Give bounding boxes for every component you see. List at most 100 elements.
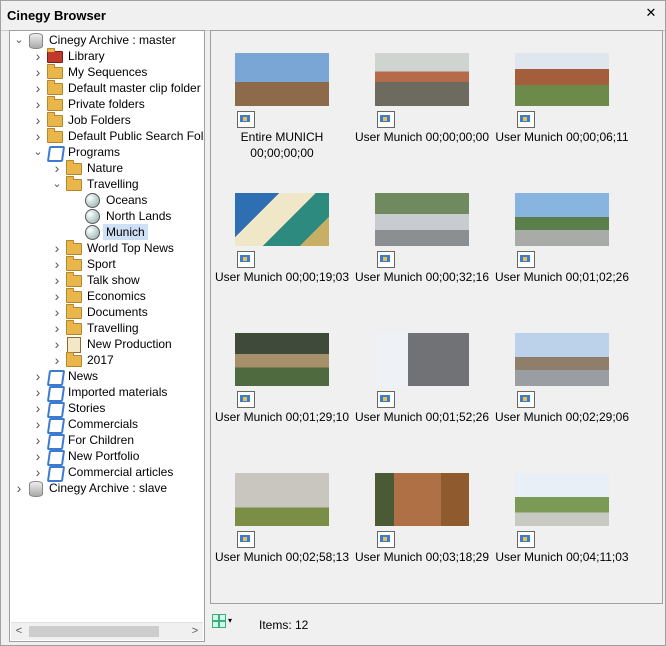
chevron-right-icon[interactable]: › (51, 289, 63, 303)
chevron-right-icon[interactable]: › (51, 257, 63, 271)
tree-item-label: Imported materials (68, 385, 168, 399)
clip-thumbnail[interactable] (375, 333, 469, 386)
clip-thumbnail[interactable] (515, 473, 609, 526)
tree-item-label: Travelling (87, 177, 139, 191)
chevron-right-icon[interactable]: › (32, 433, 44, 447)
clip-item[interactable]: Entire MUNICH 00;00;00;00 (212, 31, 352, 161)
chevron-right-icon[interactable]: › (51, 273, 63, 287)
tree-item-label: Sport (87, 257, 116, 271)
clip-item[interactable]: User Munich 00;00;00;00 (352, 31, 492, 161)
clip-thumbnail[interactable] (515, 193, 609, 246)
chevron-right-icon[interactable]: › (32, 49, 44, 63)
scrollbar-thumb[interactable] (29, 626, 159, 637)
cinegy-browser-window: Cinegy Browser ✕ ⌄ Cinegy Archive : maste… (0, 0, 666, 646)
tree-item-label: Commercials (68, 417, 139, 431)
globe-icon (84, 192, 100, 208)
clip-thumbnail[interactable] (375, 473, 469, 526)
tree-item-label: Programs (68, 145, 121, 159)
chevron-right-icon[interactable]: › (51, 305, 63, 319)
chevron-right-icon[interactable]: › (51, 161, 63, 175)
blue-folder-icon (46, 416, 66, 434)
clip-item[interactable]: User Munich 00;01;02;26 (492, 171, 632, 301)
clip-caption: User Munich 00;03;18;29 (354, 550, 490, 564)
chevron-right-icon[interactable]: › (32, 401, 44, 415)
chevron-right-icon[interactable]: › (51, 241, 63, 255)
clip-item[interactable]: User Munich 00;00;32;16 (352, 171, 492, 301)
clip-item[interactable]: User Munich 00;02;29;06 (492, 311, 632, 441)
clip-item[interactable]: User Munich 00;03;18;29 (352, 451, 492, 581)
chevron-down-icon[interactable]: ⌄ (51, 177, 63, 191)
clip-caption: User Munich 00;01;02;26 (494, 270, 630, 284)
clip-thumbnail[interactable] (235, 473, 329, 526)
clip-thumbnail[interactable] (515, 53, 609, 106)
scroll-left-icon[interactable]: < (11, 623, 27, 640)
chevron-right-icon[interactable]: › (32, 97, 44, 111)
clip-thumbnail[interactable] (235, 333, 329, 386)
chevron-right-icon[interactable]: › (32, 81, 44, 95)
blue-folder-icon (46, 384, 66, 402)
clip-caption: Entire MUNICH 00;00;00;00 (240, 130, 324, 160)
scroll-right-icon[interactable]: > (187, 623, 203, 640)
chevron-down-icon[interactable]: ⌄ (32, 145, 44, 159)
clip-thumbnail[interactable] (235, 53, 329, 106)
tree-item-label: News (68, 369, 99, 383)
blue-folder-icon (46, 432, 66, 450)
clip-type-icon (517, 251, 535, 268)
chevron-right-icon[interactable]: › (32, 113, 44, 127)
folder-icon (65, 304, 82, 320)
clip-type-icon (237, 531, 255, 548)
clip-item[interactable]: User Munich 00;01;29;10 (212, 311, 352, 441)
dropdown-arrow-icon: ▾ (228, 616, 233, 625)
clip-item[interactable]: User Munich 00;00;06;11 (492, 31, 632, 161)
tree-item-label: Default master clip folder (68, 81, 201, 95)
chevron-right-icon[interactable]: › (32, 385, 44, 399)
tree-item-label: Stories (68, 401, 106, 415)
tree-item-label: 2017 (87, 353, 114, 367)
clip-thumbnail[interactable] (375, 193, 469, 246)
chevron-right-icon[interactable]: › (32, 449, 44, 463)
clip-caption: User Munich 00;02;29;06 (494, 410, 630, 424)
clip-thumbnail[interactable] (375, 53, 469, 106)
chevron-right-icon[interactable]: › (51, 337, 63, 351)
chevron-right-icon[interactable]: › (51, 353, 63, 367)
chevron-right-icon[interactable]: › (32, 129, 44, 143)
folder-icon (65, 320, 82, 336)
blue-folder-icon (46, 448, 66, 466)
chevron-right-icon[interactable]: › (32, 417, 44, 431)
clip-item[interactable]: User Munich 00;02;58;13 (212, 451, 352, 581)
clip-caption: User Munich 00;02;58;13 (214, 550, 350, 564)
chevron-right-icon[interactable]: › (51, 321, 63, 335)
chevron-right-icon[interactable]: › (32, 465, 44, 479)
chevron-right-icon[interactable]: › (32, 65, 44, 79)
items-count: Items: 12 (259, 618, 309, 632)
clip-thumbnail[interactable] (235, 193, 329, 246)
document-icon (65, 336, 81, 353)
clip-type-icon (377, 251, 395, 268)
chevron-right-icon[interactable]: › (32, 369, 44, 383)
library-icon (46, 48, 63, 64)
archive-tree-panel[interactable]: ⌄ Cinegy Archive : master › Library › My Sequ… (9, 30, 205, 642)
database-icon (27, 32, 43, 49)
clip-caption: User Munich 00;00;00;00 (354, 130, 490, 144)
close-icon[interactable]: ✕ (643, 5, 659, 21)
clip-thumbnail[interactable] (515, 333, 609, 386)
clip-type-icon (377, 531, 395, 548)
horizontal-scrollbar[interactable]: < > (11, 622, 203, 640)
tree-item-label: Travelling (87, 321, 139, 335)
clip-item[interactable]: User Munich 00;00;19;03 (212, 171, 352, 301)
clip-type-icon (237, 111, 255, 128)
clip-type-icon (377, 391, 395, 408)
chevron-right-icon[interactable]: › (13, 481, 25, 495)
folder-icon (65, 240, 82, 256)
clip-caption: User Munich 00;01;29;10 (214, 410, 350, 424)
chevron-down-icon[interactable]: ⌄ (13, 33, 25, 47)
clip-item[interactable]: User Munich 00;01;52;26 (352, 311, 492, 441)
clip-type-icon (377, 111, 395, 128)
clip-item[interactable]: User Munich 00;04;11;03 (492, 451, 632, 581)
folder-icon (65, 272, 82, 288)
view-mode-button[interactable]: ▾ (212, 614, 236, 630)
clip-caption: User Munich 00;04;11;03 (495, 550, 629, 564)
blue-folder-icon (46, 144, 66, 162)
tree-item-label: Nature (87, 161, 124, 175)
